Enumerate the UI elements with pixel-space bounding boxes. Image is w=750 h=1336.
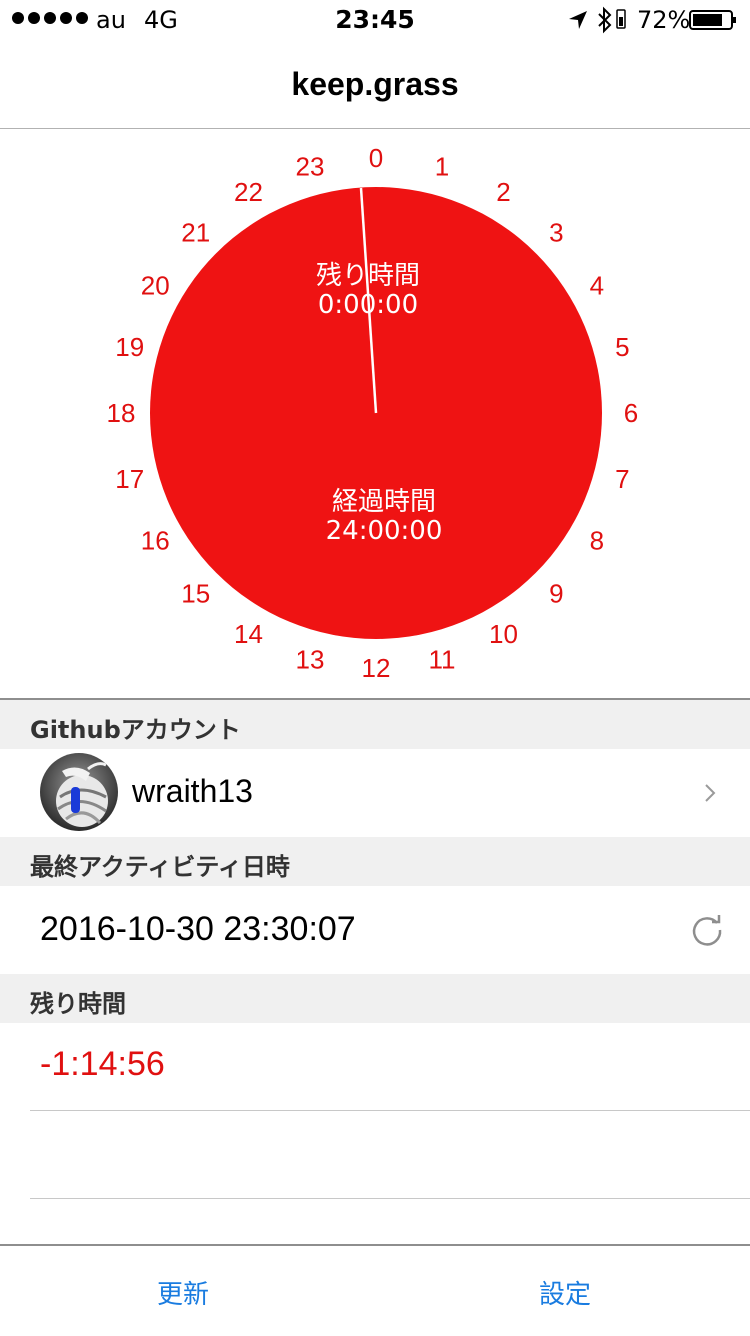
account-row[interactable]: wraith13 <box>0 749 750 837</box>
clock-dial: 0 1234567891011121314151617181920212223 残… <box>107 143 639 683</box>
hour-label-21: 21 <box>181 218 210 248</box>
hour-label-23: 23 <box>296 152 325 182</box>
hour-label-14: 14 <box>234 619 263 649</box>
battery-icon <box>689 10 736 30</box>
hour-label-3: 3 <box>549 218 563 248</box>
update-button[interactable]: 更新 <box>157 1274 209 1311</box>
avatar <box>40 753 118 831</box>
hour-label-2: 2 <box>496 177 510 207</box>
hour-label-6: 6 <box>624 398 638 428</box>
hour-label-11: 11 <box>429 644 456 674</box>
status-bar: au 4G 23:45 72% <box>0 0 750 40</box>
last-activity-value: 2016-10-30 23:30:07 <box>40 910 356 948</box>
row-separator <box>30 1198 750 1199</box>
hour-label-22: 22 <box>234 177 263 207</box>
remaining-time-value: -1:14:56 <box>40 1045 165 1083</box>
hour-label-5: 5 <box>615 332 629 362</box>
last-activity-row: 2016-10-30 23:30:07 <box>0 886 750 974</box>
hour-label-12: 12 <box>362 653 391 683</box>
elapsed-value: 24:00:00 <box>326 516 443 546</box>
hour-label-17: 17 <box>115 464 144 494</box>
hour-label-15: 15 <box>181 578 210 608</box>
refresh-icon[interactable] <box>690 913 724 947</box>
navigation-bar: keep.grass <box>0 40 750 129</box>
hour-label-16: 16 <box>141 526 170 556</box>
charging-indicator-icon <box>616 9 626 29</box>
remaining-value: 0:00:00 <box>318 290 418 320</box>
settings-button[interactable]: 設定 <box>539 1274 591 1311</box>
section-title: 残り時間 <box>30 990 126 1018</box>
section-title: Githubアカウント <box>30 716 241 744</box>
remaining-time-row: -1:14:56 <box>0 1023 750 1111</box>
clock-view: 0 1 2 3 4 5 6 7 8 9 10 11 12 13 14 15 16 17 18 19 20 21 22 23 残… <box>0 129 750 698</box>
section-header-account: Githubアカウント <box>0 700 750 749</box>
hour-label-18: 18 <box>107 398 136 428</box>
hour-label-9: 9 <box>549 578 563 608</box>
section-header-activity: 最終アクティビティ日時 <box>0 837 750 886</box>
hour-label-10: 10 <box>489 619 518 649</box>
hour-label-4: 4 <box>590 271 604 301</box>
hour-label-13: 13 <box>296 644 325 674</box>
section-title: 最終アクティビティ日時 <box>30 853 290 881</box>
bluetooth-icon <box>598 6 612 34</box>
elapsed-label: 経過時間 <box>332 487 436 517</box>
hour-label-8: 8 <box>590 526 604 556</box>
hour-label-1: 1 <box>435 152 449 182</box>
hour-label-7: 7 <box>615 464 629 494</box>
row-separator <box>30 1110 750 1111</box>
section-header-remaining: 残り時間 <box>0 974 750 1023</box>
hour-label-0: 0 <box>369 143 383 173</box>
remaining-label: 残り時間 <box>316 261 420 291</box>
location-arrow-icon <box>569 11 587 29</box>
page-title: keep.grass <box>291 66 459 102</box>
chevron-right-icon <box>705 784 716 802</box>
battery-percent: 72% <box>637 6 691 34</box>
hour-label-19: 19 <box>115 332 144 362</box>
github-username: wraith13 <box>132 773 253 809</box>
hour-label-20: 20 <box>141 271 170 301</box>
bottom-toolbar: 更新 設定 <box>0 1244 750 1336</box>
